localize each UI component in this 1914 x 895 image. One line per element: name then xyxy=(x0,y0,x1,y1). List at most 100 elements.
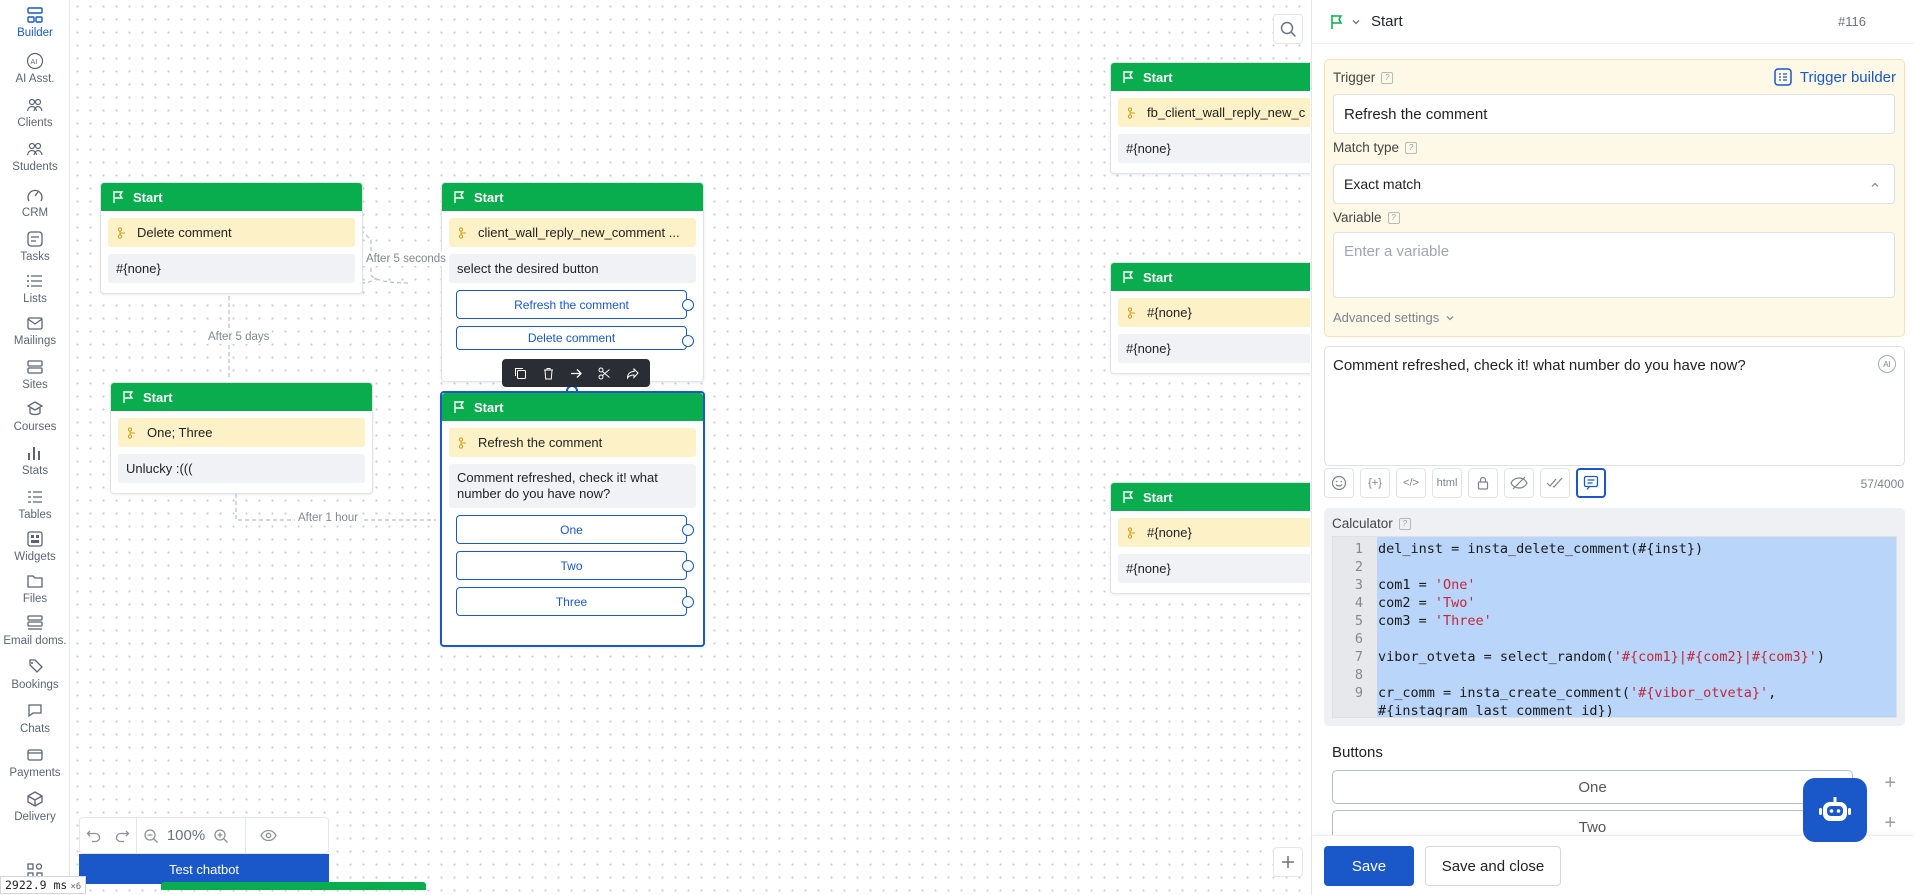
flow-node-none-1[interactable]: Start #{none} #{none} xyxy=(1110,262,1310,374)
copy-icon[interactable] xyxy=(506,359,534,387)
stats-icon xyxy=(28,447,40,460)
flow-node-refresh[interactable]: Start Refresh the comment Comment refres… xyxy=(440,391,705,647)
nav-item-stats[interactable]: Stats xyxy=(0,444,70,477)
scissors-icon[interactable] xyxy=(590,359,618,387)
node-message[interactable]: Unlucky :((( xyxy=(118,454,365,483)
button-port[interactable] xyxy=(682,524,694,536)
node-trigger[interactable]: client_wall_reply_new_comment ... xyxy=(449,218,696,247)
undo-icon[interactable] xyxy=(80,828,108,844)
node-header[interactable]: Start xyxy=(442,183,703,211)
node-trigger[interactable]: #{none} xyxy=(1118,518,1310,547)
node-header[interactable]: Start xyxy=(111,383,372,411)
flag-icon xyxy=(1331,14,1343,29)
canvas-search-button[interactable] xyxy=(1273,14,1303,44)
node-message[interactable]: #{none} xyxy=(1118,334,1310,363)
hide-preview-icon[interactable] xyxy=(1504,468,1534,498)
panel-button-one[interactable]: One xyxy=(1332,770,1853,804)
nav-item-courses[interactable]: Courses xyxy=(0,400,70,433)
flow-node-client-wall[interactable]: Start client_wall_reply_new_comment ... … xyxy=(441,182,704,382)
nav-item-chats[interactable]: Chats xyxy=(0,702,70,735)
nav-item-crm[interactable]: CRM xyxy=(0,186,70,219)
flow-node-none-2[interactable]: Start #{none} #{none} xyxy=(1110,482,1310,594)
node-header[interactable]: Start xyxy=(101,183,362,211)
button-port[interactable] xyxy=(682,596,694,608)
nav-item-email-doms[interactable]: Email doms. xyxy=(0,614,70,647)
emoji-icon[interactable] xyxy=(1324,468,1354,498)
lock-icon[interactable] xyxy=(1468,468,1498,498)
nav-item-lists[interactable]: Lists xyxy=(0,272,70,305)
node-trigger[interactable]: #{none} xyxy=(1118,298,1310,327)
node-header[interactable]: Start xyxy=(1111,63,1310,91)
node-trigger[interactable]: Delete comment xyxy=(108,218,355,247)
flow-node-fb-wall[interactable]: Start fb_client_wall_reply_new_c #{none} xyxy=(1110,62,1310,174)
flow-node-delete[interactable]: Start Delete comment #{none} xyxy=(100,182,363,294)
add-node-button[interactable] xyxy=(1273,847,1303,877)
node-header[interactable]: Start xyxy=(1111,263,1310,291)
button-port[interactable] xyxy=(682,560,694,572)
advanced-settings-toggle[interactable]: Advanced settings xyxy=(1333,310,1455,325)
save-and-close-button[interactable]: Save and close xyxy=(1425,846,1561,886)
node-button[interactable]: Three xyxy=(456,587,694,616)
trigger-input[interactable]: Refresh the comment xyxy=(1333,94,1895,134)
node-title: Start xyxy=(1143,489,1173,505)
node-message[interactable]: #{none} xyxy=(1118,554,1310,583)
node-message[interactable]: #{none} xyxy=(1118,134,1310,163)
nav-item-students[interactable]: Students xyxy=(0,140,70,173)
chevron-down-icon[interactable] xyxy=(1351,17,1361,27)
match-type-select[interactable]: Exact match xyxy=(1333,164,1895,204)
add-button-plus-icon[interactable]: + xyxy=(1884,772,1896,795)
nav-item-ai-asst[interactable]: AI AI Asst. xyxy=(0,52,70,85)
nav-item-clients[interactable]: Clients xyxy=(0,96,70,129)
node-header[interactable]: Start xyxy=(442,393,703,421)
nav-item-tasks[interactable]: Tasks xyxy=(0,230,70,263)
nav-item-bookings[interactable]: Bookings xyxy=(0,658,70,691)
arrow-right-icon[interactable] xyxy=(562,359,590,387)
button-port[interactable] xyxy=(682,299,694,311)
html-icon[interactable]: html xyxy=(1432,468,1462,498)
node-message[interactable]: Comment refreshed, check it! what number… xyxy=(449,464,696,508)
code-icon[interactable]: </> xyxy=(1396,468,1426,498)
calculator-code-editor[interactable]: 1 del_inst = insta_delete_comment(#{inst}… xyxy=(1332,536,1897,718)
ai-icon[interactable]: AI xyxy=(1878,355,1896,373)
nav-item-label: Students xyxy=(12,161,58,173)
message-textarea[interactable]: Comment refreshed, check it! what number… xyxy=(1324,346,1905,466)
eye-icon[interactable] xyxy=(254,827,282,844)
nav-item-payments[interactable]: Payments xyxy=(0,746,70,779)
nav-item-delivery[interactable]: Delivery xyxy=(0,790,70,823)
zoom-in-icon[interactable] xyxy=(207,828,235,844)
nav-item-widgets[interactable]: Widgets xyxy=(0,530,70,563)
help-icon: ? xyxy=(1405,141,1418,154)
node-button[interactable]: Two xyxy=(456,551,694,580)
double-check-icon[interactable] xyxy=(1540,468,1570,498)
test-chatbot-button[interactable]: Test chatbot xyxy=(79,854,329,884)
node-button[interactable]: Delete comment xyxy=(456,326,694,350)
zoom-out-icon[interactable] xyxy=(137,828,165,844)
nav-item-files[interactable]: Files xyxy=(0,572,70,605)
help-icon: ? xyxy=(1387,211,1400,224)
button-port[interactable] xyxy=(682,335,694,347)
nav-item-mailings[interactable]: Mailings xyxy=(0,314,70,347)
add-button-plus-icon[interactable]: + xyxy=(1884,812,1896,835)
nav-item-tables[interactable]: Tables xyxy=(0,488,70,521)
trigger-builder-link[interactable]: Trigger builder xyxy=(1774,68,1896,86)
save-button[interactable]: Save xyxy=(1324,846,1414,886)
node-trigger[interactable]: Refresh the comment xyxy=(449,428,696,457)
chatbot-assistant-button[interactable] xyxy=(1803,778,1867,842)
flow-canvas[interactable]: Start Delete comment #{none} Start clien… xyxy=(71,0,1310,895)
node-header[interactable]: Start xyxy=(1111,483,1310,511)
nav-item-builder[interactable]: Builder xyxy=(0,6,70,39)
redo-icon[interactable] xyxy=(108,828,136,844)
node-trigger[interactable]: fb_client_wall_reply_new_c xyxy=(1118,98,1310,127)
share-icon[interactable] xyxy=(618,359,646,387)
variable-input[interactable]: Enter a variable xyxy=(1333,232,1895,298)
node-button[interactable]: One xyxy=(456,515,694,544)
node-trigger[interactable]: One; Three xyxy=(118,418,365,447)
variable-insert-icon[interactable]: {+} xyxy=(1360,468,1390,498)
node-button[interactable]: Refresh the comment xyxy=(456,290,694,319)
comment-icon[interactable] xyxy=(1576,468,1606,498)
node-message[interactable]: select the desired button xyxy=(449,254,696,283)
nav-item-sites[interactable]: Sites xyxy=(0,358,70,391)
node-message[interactable]: #{none} xyxy=(108,254,355,283)
flow-node-unlucky[interactable]: Start One; Three Unlucky :((( xyxy=(110,382,373,494)
trash-icon[interactable] xyxy=(534,359,562,387)
